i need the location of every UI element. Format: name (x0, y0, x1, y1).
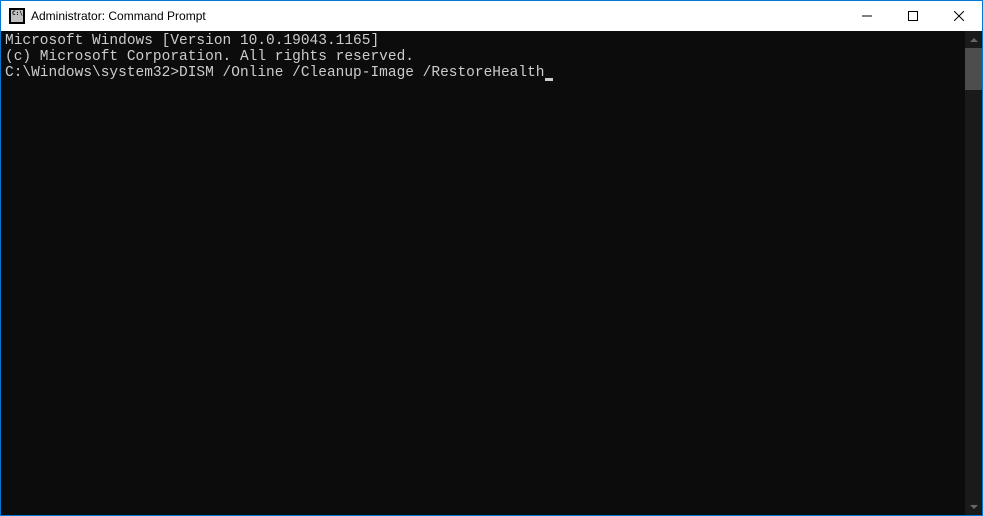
titlebar[interactable]: C:\ Administrator: Command Prompt (1, 1, 982, 31)
scrollbar-up-arrow[interactable] (965, 31, 982, 48)
app-icon: C:\ (9, 8, 25, 24)
vertical-scrollbar[interactable] (965, 31, 982, 515)
console-line-copyright: (c) Microsoft Corporation. All rights re… (5, 49, 961, 65)
command-prompt-window: C:\ Administrator: Command Prompt (0, 0, 983, 516)
window-title: Administrator: Command Prompt (31, 9, 206, 23)
scrollbar-track[interactable] (965, 48, 982, 498)
close-button[interactable] (936, 1, 982, 31)
console-content[interactable]: Microsoft Windows [Version 10.0.19043.11… (1, 31, 965, 515)
minimize-icon (862, 11, 872, 21)
minimize-button[interactable] (844, 1, 890, 31)
chevron-up-icon (970, 38, 978, 42)
console-line-command: C:\Windows\system32>DISM /Online /Cleanu… (5, 65, 961, 81)
cursor (545, 78, 553, 81)
chevron-down-icon (970, 505, 978, 509)
scrollbar-down-arrow[interactable] (965, 498, 982, 515)
maximize-icon (908, 11, 918, 21)
window-controls (844, 1, 982, 31)
scrollbar-thumb[interactable] (965, 48, 982, 90)
console-command-text: DISM /Online /Cleanup-Image /RestoreHeal… (179, 65, 544, 81)
maximize-button[interactable] (890, 1, 936, 31)
console-prompt: C:\Windows\system32> (5, 65, 179, 81)
console-area: Microsoft Windows [Version 10.0.19043.11… (1, 31, 982, 515)
close-icon (954, 11, 964, 21)
console-line-version: Microsoft Windows [Version 10.0.19043.11… (5, 33, 961, 49)
